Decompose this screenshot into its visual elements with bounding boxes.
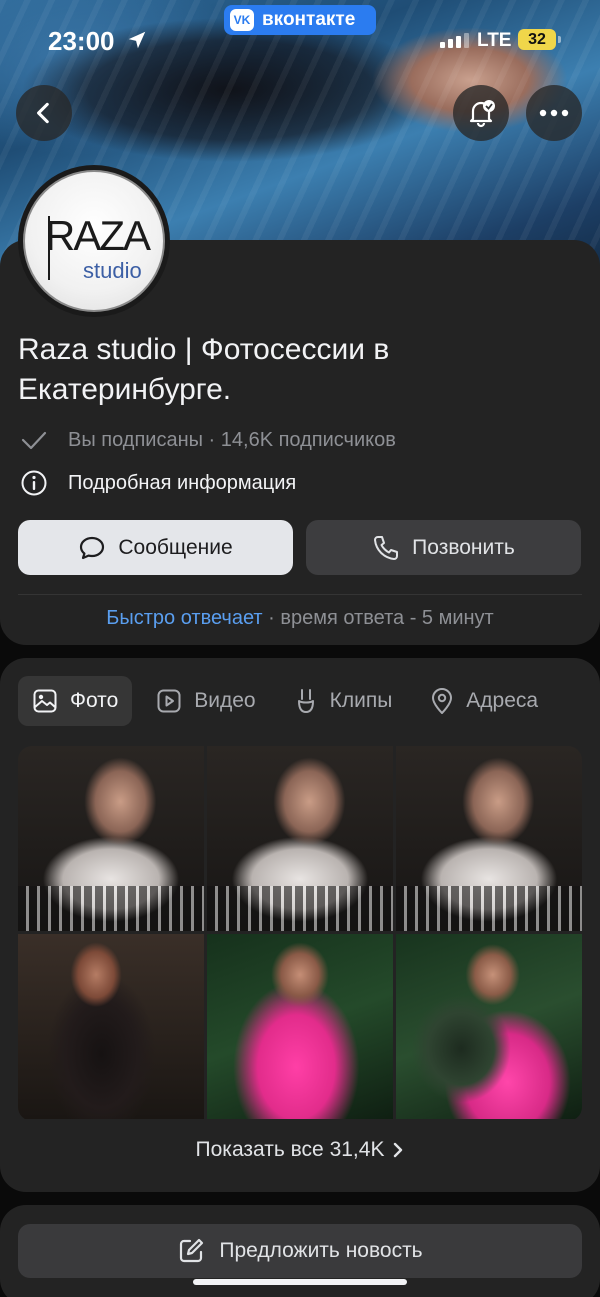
details-row[interactable]: Подробная информация — [18, 469, 296, 497]
tab-photos[interactable]: Фото — [18, 676, 133, 726]
status-time: 23:00 — [48, 26, 115, 56]
photo-thumbnail[interactable] — [18, 746, 204, 931]
response-time-text: · время ответа - 5 минут — [262, 607, 494, 629]
app-pill-label: вконтакте — [262, 9, 356, 30]
divider — [18, 594, 582, 595]
details-label: Подробная информация — [68, 471, 297, 494]
tab-label: Видео — [194, 689, 256, 712]
tab-label: Клипы — [329, 689, 393, 712]
photo-grid — [18, 746, 582, 1121]
tab-label: Фото — [70, 689, 119, 712]
tab-label: Адреса — [466, 689, 539, 712]
avatar[interactable]: RAZA studio — [18, 165, 170, 317]
notifications-button[interactable] — [453, 85, 509, 141]
suggest-news-button[interactable]: Предложить новость — [18, 1224, 582, 1278]
video-icon — [157, 689, 181, 713]
photo-thumbnail[interactable] — [207, 746, 393, 931]
call-label: Позвонить — [412, 535, 515, 559]
suggest-news-label: Предложить новость — [219, 1239, 423, 1262]
more-button[interactable] — [526, 85, 582, 141]
group-title: Raza studio | Фотосессии в Екатеринбурге… — [18, 333, 390, 406]
subscription-text: Вы подписаны · 14,6K подписчиков — [68, 428, 396, 451]
photo-thumbnail[interactable] — [18, 934, 204, 1119]
vk-logo-icon: VK — [230, 9, 254, 31]
clips-icon — [297, 689, 314, 713]
more-horizontal-icon — [539, 109, 569, 117]
photo-thumbnail[interactable] — [207, 934, 393, 1119]
response-time: Быстро отвечает · время ответа - 5 минут — [0, 607, 600, 630]
message-icon — [80, 536, 105, 559]
photo-thumbnail[interactable] — [396, 934, 582, 1119]
phone-icon — [374, 535, 399, 560]
group-logo: RAZA studio — [23, 170, 165, 312]
show-all-photos-link[interactable]: Показать все 31,4K — [0, 1138, 600, 1162]
subscription-row[interactable]: Вы подписаны · 14,6K подписчиков — [18, 426, 396, 454]
location-icon — [432, 688, 453, 714]
logo-text-top: RAZA — [45, 212, 151, 259]
photo-thumbnail[interactable] — [396, 746, 582, 931]
photo-icon — [33, 689, 57, 713]
status-bar: 23:00 VK вконтакте LTE 32 — [0, 0, 600, 80]
location-arrow-icon — [128, 31, 146, 49]
logo-text-bottom: studio — [83, 258, 142, 283]
call-button[interactable]: Позвонить — [306, 520, 581, 575]
signal-icon — [440, 32, 469, 48]
message-label: Сообщение — [118, 535, 233, 559]
chevron-right-icon — [394, 1142, 403, 1158]
battery-icon: 32 — [518, 29, 561, 50]
tab-addresses[interactable]: Адреса — [416, 676, 552, 726]
network-label: LTE — [477, 30, 512, 51]
app-pill[interactable]: VK вконтакте — [224, 5, 376, 35]
edit-icon — [180, 1238, 204, 1263]
tab-clips[interactable]: Клипы — [280, 676, 407, 726]
media-tabs: Фото Видео Клипы Адреса — [18, 676, 562, 726]
check-icon — [21, 431, 47, 450]
info-icon — [21, 470, 47, 496]
bell-check-icon — [469, 100, 495, 128]
show-all-label: Показать все 31,4K — [195, 1138, 385, 1161]
back-button[interactable] — [16, 85, 72, 141]
message-button[interactable]: Сообщение — [18, 520, 293, 575]
chevron-left-icon — [37, 102, 49, 124]
home-indicator[interactable] — [193, 1279, 407, 1285]
tab-videos[interactable]: Видео — [142, 676, 269, 726]
fast-reply-label[interactable]: Быстро отвечает — [106, 607, 262, 629]
